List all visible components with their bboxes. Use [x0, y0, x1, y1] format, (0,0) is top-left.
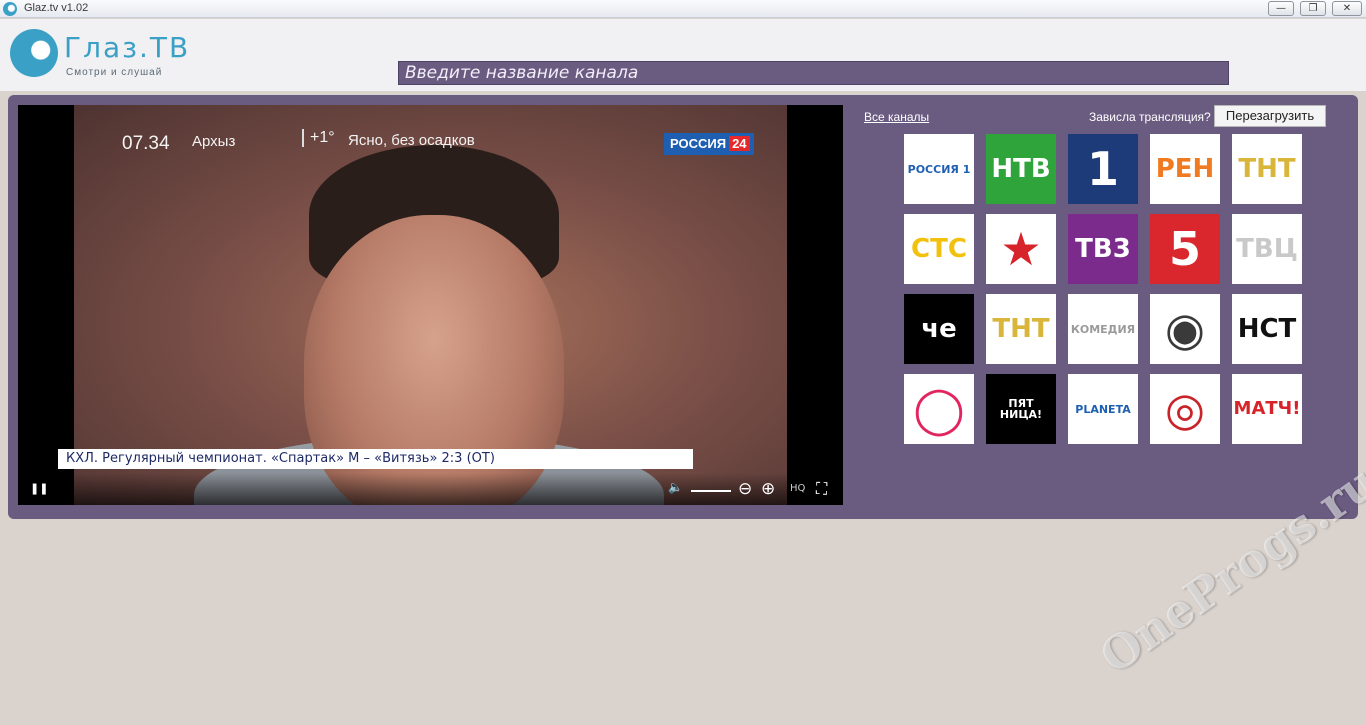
- osd-channel-number: 24: [729, 136, 750, 151]
- all-channels-link[interactable]: Все каналы: [864, 110, 929, 124]
- logo: Глаз.ТВ Смотри и слушай: [10, 29, 210, 81]
- news-ticker: КХЛ. Регулярный чемпионат. «Спартак» М –…: [58, 449, 693, 469]
- channel-logo: РОССИЯ 1: [907, 162, 971, 176]
- app-eye-icon: [3, 2, 17, 16]
- channel-tile[interactable]: НСТ: [1232, 294, 1302, 364]
- channel-logo: ТНТ: [992, 314, 1050, 344]
- channel-logo: РЕН: [1155, 154, 1215, 184]
- channel-tile[interactable]: КОМЕДИЯ: [1068, 294, 1138, 364]
- restore-button[interactable]: ❐: [1300, 1, 1326, 16]
- hq-button[interactable]: HQ: [790, 483, 805, 494]
- channel-tile[interactable]: РЕН: [1150, 134, 1220, 204]
- zoom-in-icon[interactable]: ⊕: [761, 479, 775, 499]
- pause-icon[interactable]: ❚❚: [30, 482, 48, 495]
- stuck-broadcast-label: Зависла трансляция?: [1089, 110, 1211, 124]
- channel-tile[interactable]: PLANETA: [1068, 374, 1138, 444]
- main-panel: 07.34 Архыз +1° Ясно, без осадков РОССИЯ…: [8, 95, 1358, 519]
- channel-tile[interactable]: ◯: [904, 374, 974, 444]
- osd-channel-logo: РОССИЯ 24: [664, 133, 754, 155]
- channel-tile[interactable]: ПЯТ НИЦА!: [986, 374, 1056, 444]
- volume-slider[interactable]: [691, 490, 731, 492]
- channel-logo: че: [921, 314, 957, 344]
- video-player[interactable]: 07.34 Архыз +1° Ясно, без осадков РОССИЯ…: [18, 105, 843, 505]
- zoom-out-icon[interactable]: ⊖: [738, 479, 752, 499]
- channel-logo: 1: [1086, 142, 1119, 196]
- channel-tile[interactable]: ◉: [1150, 294, 1220, 364]
- reload-button[interactable]: Перезагрузить: [1214, 105, 1326, 127]
- channel-logo: ТВЦ: [1236, 234, 1298, 264]
- logo-tagline: Смотри и слушай: [66, 67, 163, 78]
- channel-logo: ★: [1000, 222, 1042, 276]
- channel-logo: 5: [1168, 222, 1201, 276]
- channel-tile[interactable]: НТВ: [986, 134, 1056, 204]
- channel-tile[interactable]: ТНТ: [986, 294, 1056, 364]
- channel-tile[interactable]: МАТЧ!: [1232, 374, 1302, 444]
- osd-channel-name: РОССИЯ: [670, 136, 727, 151]
- channel-logo: ◎: [1164, 382, 1206, 436]
- channel-tile[interactable]: ★: [986, 214, 1056, 284]
- channel-logo: ПЯТ НИЦА!: [999, 397, 1043, 421]
- fullscreen-icon[interactable]: ⛶: [816, 479, 827, 499]
- logo-name: Глаз.ТВ: [64, 31, 191, 64]
- channel-tile[interactable]: че: [904, 294, 974, 364]
- channel-tile[interactable]: 1: [1068, 134, 1138, 204]
- video-frame: 07.34 Архыз +1° Ясно, без осадков РОССИЯ…: [74, 105, 787, 505]
- broadcast-overlay: 07.34 Архыз +1° Ясно, без осадков РОССИЯ…: [74, 127, 787, 157]
- channel-tile[interactable]: ТВЦ: [1232, 214, 1302, 284]
- channel-logo: ТНТ: [1238, 154, 1296, 184]
- header: Глаз.ТВ Смотри и слушай Введите название…: [0, 19, 1366, 91]
- channel-logo: МАТЧ!: [1233, 398, 1301, 419]
- channel-tile[interactable]: ТВ3: [1068, 214, 1138, 284]
- channel-tile[interactable]: ТНТ: [1232, 134, 1302, 204]
- channel-search-input[interactable]: Введите название канала: [398, 61, 1229, 85]
- channel-tile[interactable]: РОССИЯ 1: [904, 134, 974, 204]
- channel-logo: СТС: [911, 234, 967, 264]
- channel-logo: НСТ: [1237, 314, 1297, 344]
- osd-place: Архыз: [192, 133, 236, 150]
- channel-tile[interactable]: СТС: [904, 214, 974, 284]
- osd-temperature: +1°: [302, 129, 335, 147]
- channel-logo: ◯: [913, 382, 965, 436]
- player-controls: ❚❚ 🔈 ⊖ ⊕ HQ ⛶: [18, 473, 843, 505]
- volume-icon[interactable]: 🔈: [668, 480, 683, 494]
- channel-logo: ◉: [1164, 302, 1206, 356]
- title-bar: Glaz.tv v1.02 — ❐ ✕: [0, 0, 1366, 18]
- channel-tile[interactable]: ◎: [1150, 374, 1220, 444]
- window-title: Glaz.tv v1.02: [24, 2, 89, 14]
- close-button[interactable]: ✕: [1332, 1, 1362, 16]
- channel-logo: НТВ: [991, 154, 1051, 184]
- channel-logo: PLANETA: [1075, 402, 1131, 416]
- channel-tile[interactable]: 5: [1150, 214, 1220, 284]
- channel-logo: ТВ3: [1075, 234, 1131, 264]
- osd-time: 07.34: [122, 133, 170, 154]
- minimize-button[interactable]: —: [1268, 1, 1294, 16]
- channel-logo: КОМЕДИЯ: [1070, 322, 1136, 336]
- eye-logo-icon: [10, 29, 58, 77]
- osd-weather: Ясно, без осадков: [348, 132, 475, 149]
